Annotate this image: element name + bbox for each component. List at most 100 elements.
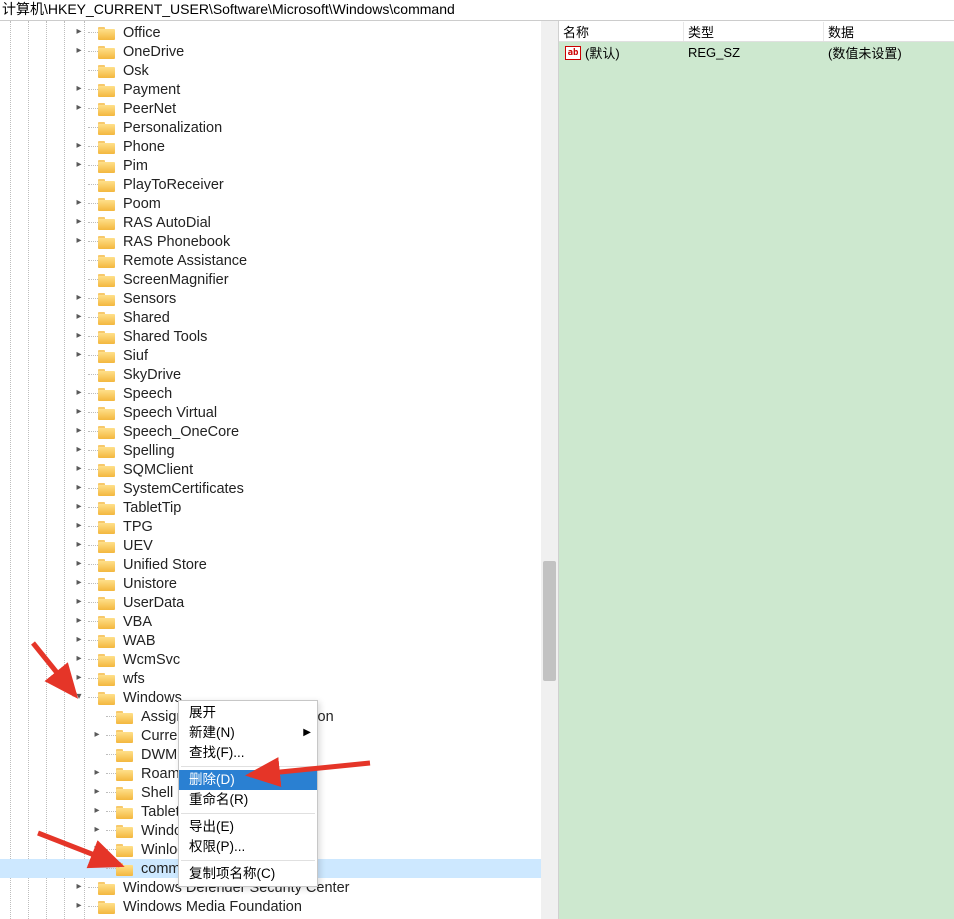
- tree-row[interactable]: ▸SystemCertificates: [0, 479, 558, 498]
- chevron-right-icon[interactable]: ▸: [72, 330, 86, 344]
- chevron-right-icon[interactable]: ▸: [72, 83, 86, 97]
- tree-row[interactable]: ▸Unistore: [0, 574, 558, 593]
- chevron-right-icon[interactable]: ▸: [72, 501, 86, 515]
- chevron-right-icon[interactable]: ▸: [72, 539, 86, 553]
- tree-row[interactable]: ▸Payment: [0, 80, 558, 99]
- tree-row[interactable]: ▸Phone: [0, 137, 558, 156]
- tree-context-menu[interactable]: 展开新建(N)▶查找(F)... 删除(D)重命名(R) 导出(E)权限(P)...…: [178, 700, 318, 887]
- chevron-down-icon[interactable]: ▾: [72, 691, 86, 705]
- tree-row[interactable]: ▸VBA: [0, 612, 558, 631]
- chevron-right-icon[interactable]: ▸: [72, 672, 86, 686]
- chevron-right-icon[interactable]: ▸: [72, 425, 86, 439]
- chevron-right-icon[interactable]: ▸: [72, 406, 86, 420]
- folder-icon: [116, 767, 133, 781]
- tree-row[interactable]: ▸wfs: [0, 669, 558, 688]
- tree-row[interactable]: ▸WcmSvc: [0, 650, 558, 669]
- chevron-right-icon[interactable]: ▸: [72, 216, 86, 230]
- context-menu-item[interactable]: 新建(N)▶: [179, 723, 317, 743]
- chevron-right-icon[interactable]: ▸: [72, 463, 86, 477]
- tree-row[interactable]: ▸WAB: [0, 631, 558, 650]
- tree-row[interactable]: ▸ Siuf: [0, 346, 558, 365]
- value-list-pane[interactable]: 名称 类型 数据 ab(默认)REG_SZ(数值未设置): [559, 21, 954, 919]
- tree-row[interactable]: ▸Shared: [0, 308, 558, 327]
- tree-item-label: RAS AutoDial: [121, 215, 213, 231]
- chevron-right-icon[interactable]: ▸: [72, 45, 86, 59]
- tree-item-label: Remote Assistance: [121, 253, 249, 269]
- value-list-header[interactable]: 名称 类型 数据: [559, 21, 954, 42]
- tree-row[interactable]: ▸TabletTip: [0, 498, 558, 517]
- context-menu-item[interactable]: 复制项名称(C): [179, 864, 317, 884]
- folder-icon: [98, 83, 115, 97]
- tree-item-label: DWM: [139, 747, 179, 763]
- chevron-right-icon[interactable]: ▸: [72, 520, 86, 534]
- context-menu-item[interactable]: 重命名(R): [179, 790, 317, 810]
- chevron-right-icon[interactable]: ▸: [72, 197, 86, 211]
- tree-row[interactable]: ▸Unified Store: [0, 555, 558, 574]
- tree-row[interactable]: ▸Poom: [0, 194, 558, 213]
- tree-row[interactable]: ▸Speech Virtual: [0, 403, 558, 422]
- tree-scrollbar-track[interactable]: [541, 21, 558, 919]
- tree-row[interactable]: ScreenMagnifier: [0, 270, 558, 289]
- tree-scrollbar-thumb[interactable]: [543, 561, 556, 681]
- context-menu-item[interactable]: 查找(F)...: [179, 743, 317, 763]
- chevron-right-icon[interactable]: ▸: [72, 653, 86, 667]
- tree-row[interactable]: ▸ Spelling: [0, 441, 558, 460]
- folder-icon: [98, 615, 115, 629]
- chevron-right-icon[interactable]: ▸: [72, 311, 86, 325]
- column-header-type[interactable]: 类型: [684, 22, 824, 41]
- context-menu-item[interactable]: 权限(P)...: [179, 837, 317, 857]
- chevron-right-icon[interactable]: ▸: [72, 577, 86, 591]
- tree-row[interactable]: ▸Shared Tools: [0, 327, 558, 346]
- tree-row[interactable]: Remote Assistance: [0, 251, 558, 270]
- tree-row[interactable]: ▸TPG: [0, 517, 558, 536]
- tree-item-label: Spelling: [121, 443, 177, 459]
- chevron-right-icon[interactable]: ▸: [72, 159, 86, 173]
- tree-row[interactable]: ▸SQMClient: [0, 460, 558, 479]
- value-row[interactable]: ab(默认)REG_SZ(数值未设置): [559, 42, 954, 62]
- tree-row[interactable]: SkyDrive: [0, 365, 558, 384]
- chevron-right-icon[interactable]: ▸: [72, 292, 86, 306]
- chevron-right-icon[interactable]: ▸: [90, 786, 104, 800]
- tree-row[interactable]: ▸Windows Media Foundation: [0, 897, 558, 916]
- chevron-right-icon[interactable]: ▸: [72, 596, 86, 610]
- chevron-right-icon[interactable]: ▸: [72, 235, 86, 249]
- tree-row[interactable]: ▸OneDrive: [0, 42, 558, 61]
- chevron-right-icon[interactable]: ▸: [90, 767, 104, 781]
- chevron-right-icon[interactable]: ▸: [90, 843, 104, 857]
- chevron-right-icon[interactable]: ▸: [72, 558, 86, 572]
- tree-row[interactable]: ▸Office: [0, 23, 558, 42]
- tree-row[interactable]: Osk: [0, 61, 558, 80]
- tree-row[interactable]: ▸Speech: [0, 384, 558, 403]
- chevron-right-icon[interactable]: ▸: [72, 349, 86, 363]
- context-menu-item[interactable]: 展开: [179, 703, 317, 723]
- column-header-name[interactable]: 名称: [559, 22, 684, 41]
- chevron-right-icon[interactable]: ▸: [72, 387, 86, 401]
- chevron-right-icon[interactable]: ▸: [72, 482, 86, 496]
- chevron-right-icon[interactable]: ▸: [72, 26, 86, 40]
- chevron-right-icon[interactable]: ▸: [72, 102, 86, 116]
- chevron-right-icon[interactable]: ▸: [72, 881, 86, 895]
- chevron-right-icon[interactable]: ▸: [90, 729, 104, 743]
- chevron-right-icon[interactable]: ▸: [72, 634, 86, 648]
- tree-row[interactable]: ▸Speech_OneCore: [0, 422, 558, 441]
- tree-row[interactable]: ▸ RAS AutoDial: [0, 213, 558, 232]
- address-bar[interactable]: 计算机\HKEY_CURRENT_USER\Software\Microsoft…: [0, 0, 954, 21]
- column-header-data[interactable]: 数据: [824, 22, 954, 41]
- tree-row[interactable]: ▸RAS Phonebook: [0, 232, 558, 251]
- tree-item-label: Siuf: [121, 348, 150, 364]
- chevron-right-icon[interactable]: ▸: [72, 900, 86, 914]
- tree-row[interactable]: PlayToReceiver: [0, 175, 558, 194]
- chevron-right-icon[interactable]: ▸: [72, 444, 86, 458]
- tree-row[interactable]: ▸UEV: [0, 536, 558, 555]
- chevron-right-icon[interactable]: ▸: [90, 805, 104, 819]
- tree-row[interactable]: Personalization: [0, 118, 558, 137]
- tree-row[interactable]: ▸PeerNet: [0, 99, 558, 118]
- tree-row[interactable]: ▸Sensors: [0, 289, 558, 308]
- context-menu-item[interactable]: 导出(E): [179, 817, 317, 837]
- tree-row[interactable]: ▸UserData: [0, 593, 558, 612]
- context-menu-item[interactable]: 删除(D): [179, 770, 317, 790]
- chevron-right-icon[interactable]: ▸: [72, 615, 86, 629]
- chevron-right-icon[interactable]: ▸: [72, 140, 86, 154]
- tree-row[interactable]: ▸Pim: [0, 156, 558, 175]
- chevron-right-icon[interactable]: ▸: [90, 824, 104, 838]
